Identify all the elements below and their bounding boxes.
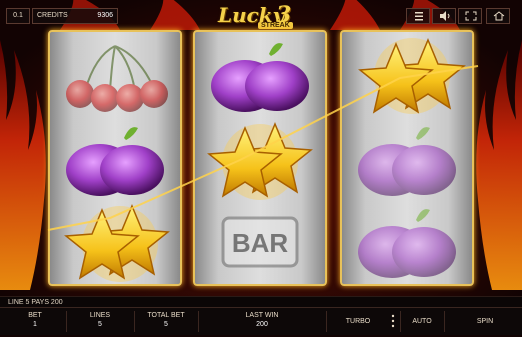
last-win-display: LAST WIN 200	[202, 308, 322, 335]
total-bet-value: 5	[164, 321, 168, 328]
total-bet-display: TOTAL BET 5	[138, 308, 194, 335]
win-message: LINE 5 PAYS 200	[8, 299, 63, 306]
plum-symbol	[66, 127, 164, 196]
menu-icon	[415, 12, 423, 21]
star-symbol	[358, 38, 466, 114]
bet-control[interactable]: BET 1	[8, 308, 62, 335]
auto-label: AUTO	[412, 318, 432, 325]
last-win-label: LAST WIN	[245, 312, 279, 319]
reel-1: 200	[48, 30, 182, 286]
star-symbol	[64, 204, 170, 282]
plum-symbol	[211, 43, 309, 112]
credits-display: CREDITS 9306	[32, 8, 118, 24]
more-options-button[interactable]	[388, 308, 398, 335]
lines-label: LINES	[89, 312, 111, 319]
last-win-value: 200	[256, 321, 268, 328]
credits-value: 9306	[97, 12, 113, 19]
home-button[interactable]	[486, 8, 510, 24]
vertical-dots-icon	[391, 314, 395, 328]
menu-button[interactable]	[406, 8, 430, 24]
star-symbol	[207, 122, 313, 200]
auto-button[interactable]: AUTO	[404, 308, 440, 335]
fullscreen-icon	[465, 11, 477, 21]
bet-display-value: 0.1	[13, 12, 23, 19]
cherries-symbol	[66, 45, 168, 112]
sound-button[interactable]	[432, 8, 456, 24]
plum-symbol	[358, 127, 456, 196]
spin-label: SPIN	[476, 318, 494, 325]
bet-value: 1	[33, 321, 37, 328]
turbo-button[interactable]: TURBO	[330, 308, 386, 335]
lines-value: 5	[98, 321, 102, 328]
credits-label: CREDITS	[37, 12, 68, 19]
logo-subtitle: STREAK	[258, 22, 293, 29]
reel-2: BAR	[193, 30, 327, 286]
spin-button[interactable]: SPIN	[448, 308, 522, 335]
reel-3	[340, 30, 474, 286]
control-panel: BET 1 LINES 5 TOTAL BET 5 LAST WIN 200 T…	[0, 307, 522, 335]
plum-symbol	[358, 209, 456, 278]
home-icon	[493, 11, 505, 21]
turbo-label: TURBO	[345, 318, 371, 325]
divider	[66, 311, 67, 332]
divider	[444, 311, 445, 332]
bar-symbol-label: BAR	[231, 228, 289, 258]
total-bet-label: TOTAL BET	[147, 312, 185, 319]
lines-control[interactable]: LINES 5	[70, 308, 130, 335]
divider	[134, 311, 135, 332]
divider	[400, 311, 401, 332]
divider	[326, 311, 327, 332]
fullscreen-button[interactable]	[458, 8, 482, 24]
speaker-icon	[440, 11, 450, 21]
bet-label: BET	[28, 312, 42, 319]
bet-display: 0.1	[6, 8, 30, 24]
divider	[198, 311, 199, 332]
